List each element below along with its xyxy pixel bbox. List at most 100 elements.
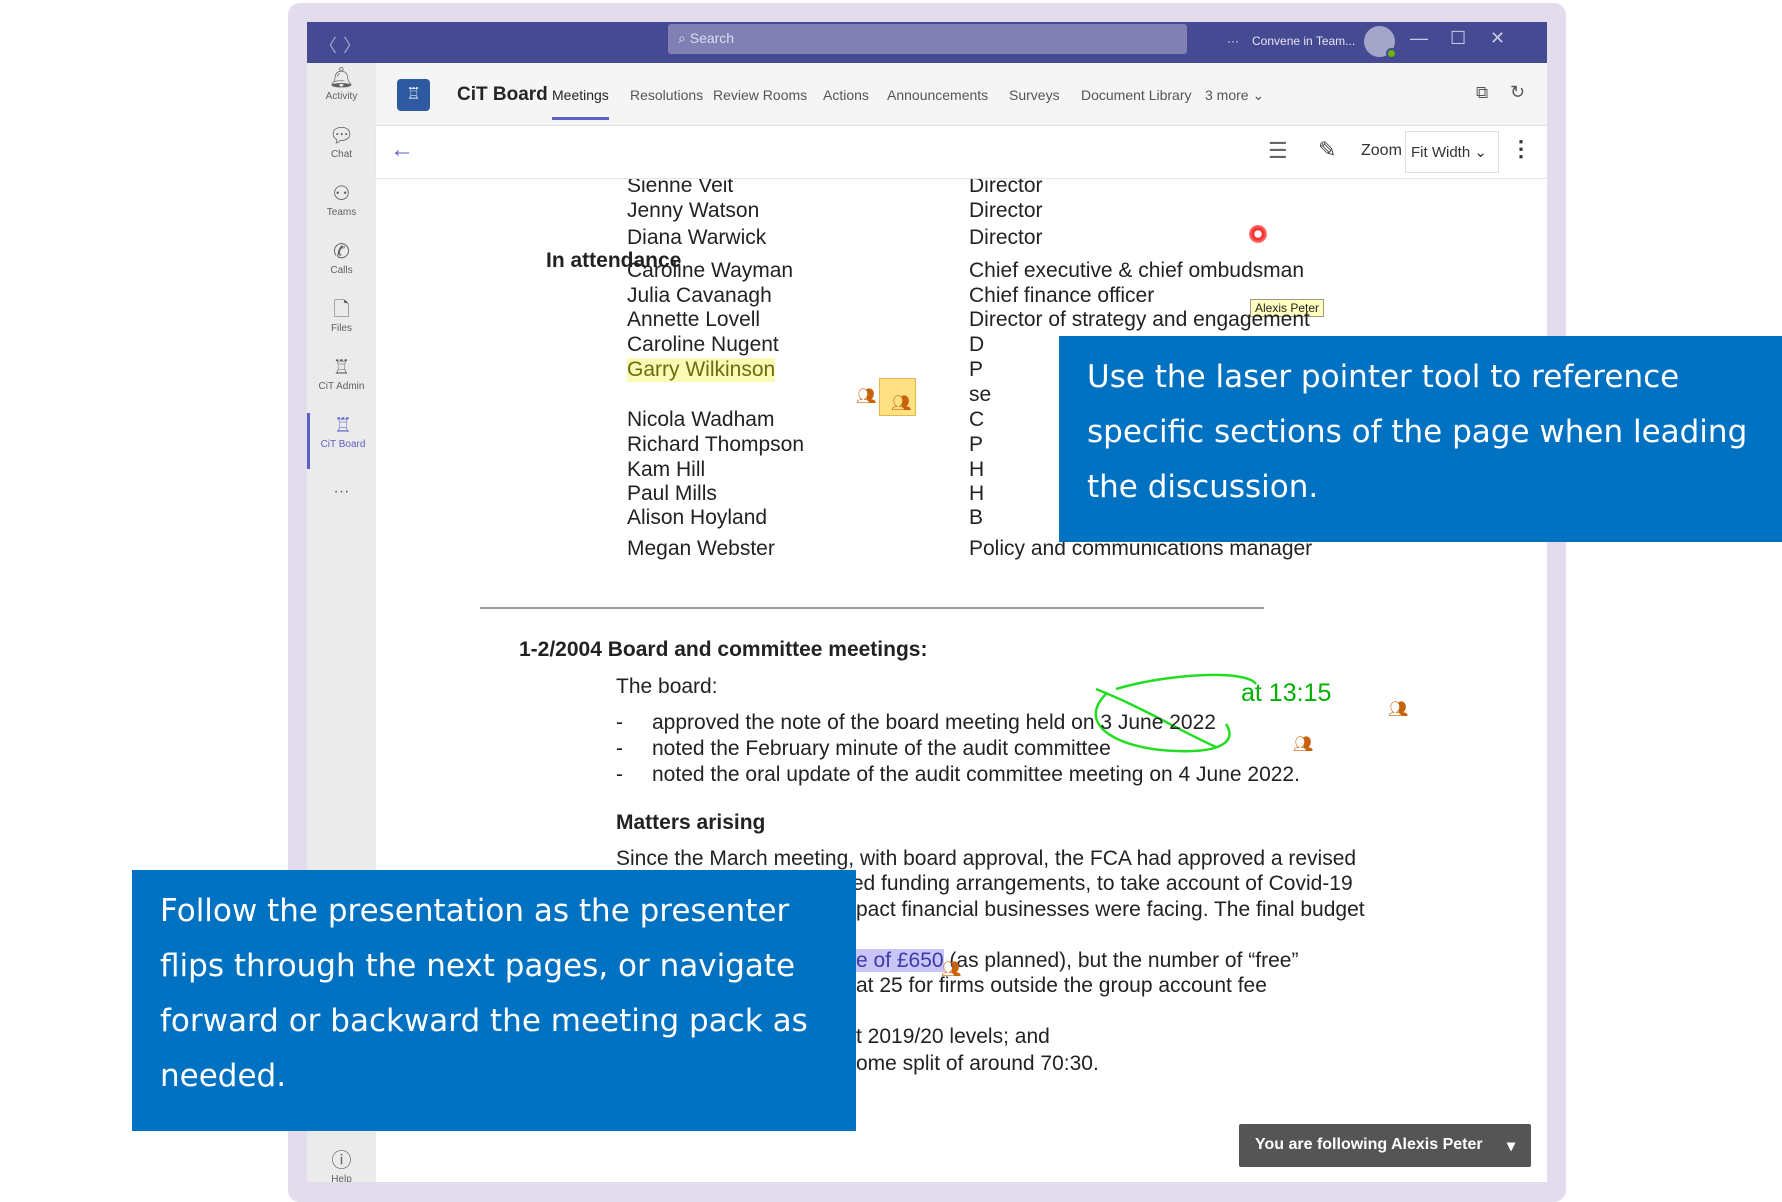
sidebar-item-calls[interactable]: ✆ Calls xyxy=(307,239,376,295)
text-fragment: (as planned), but the number of “free” xyxy=(943,949,1299,972)
file-icon: 🗋 xyxy=(333,299,350,321)
divider xyxy=(480,607,1264,609)
attendee-role: B xyxy=(969,506,984,529)
sidebar-item-cit-admin[interactable]: ♖ CiT Admin xyxy=(307,355,376,411)
search-input[interactable]: ⌕ Search xyxy=(668,24,1187,54)
attendee-name: Paul Mills xyxy=(627,482,717,505)
laser-pointer xyxy=(1249,225,1267,243)
presence-icon: 👥︎ xyxy=(891,395,912,412)
attendee-role: se xyxy=(969,383,992,406)
bullet-item: approved the note of the board meeting h… xyxy=(652,711,1216,734)
attendee-role: Chief finance officer xyxy=(969,284,1155,307)
section-heading: 1-2/2004 Board and committee meetings: xyxy=(519,638,928,661)
tab-resolutions[interactable]: Resolutions xyxy=(630,87,703,103)
forward-nav-icon[interactable]: 〉 xyxy=(343,32,361,58)
paragraph-line: pact financial businesses were facing. T… xyxy=(856,898,1365,921)
maximize-button[interactable]: ☐ xyxy=(1450,28,1466,49)
sidebar-item-help[interactable]: ⓘ Help xyxy=(307,1148,376,1182)
paragraph-line: Since the March meeting, with board appr… xyxy=(616,847,1357,870)
app-tab-bar: ♖ CiT Board Meetings Resolutions Review … xyxy=(376,63,1547,126)
minimize-button[interactable]: — xyxy=(1410,28,1428,49)
attendee-name: Garry Wilkinson xyxy=(627,358,776,382)
outline-icon[interactable]: ☰ xyxy=(1268,138,1288,164)
tab-surveys[interactable]: Surveys xyxy=(1009,87,1060,103)
popout-icon[interactable]: ⧉ xyxy=(1476,83,1488,103)
attendee-role: C xyxy=(969,408,985,431)
cit-board-icon: ♖ xyxy=(334,415,352,437)
sidebar-item-teams[interactable]: ⚇ Teams xyxy=(307,181,376,237)
cit-admin-icon: ♖ xyxy=(332,357,351,379)
bullet-dash: - xyxy=(616,763,623,786)
tab-document-library[interactable]: Document Library xyxy=(1081,87,1192,103)
attendee-name: Diana Warwick xyxy=(627,226,767,249)
attendee-role: Director xyxy=(969,179,1043,197)
teams-icon: ⚇ xyxy=(332,183,351,205)
back-nav-icon[interactable]: 〈 xyxy=(319,32,337,58)
cit-board-app-icon: ♖ xyxy=(397,79,430,111)
chevron-down-icon: ⌄ xyxy=(1474,144,1487,161)
following-banner[interactable]: You are following Alexis Peter ▾ xyxy=(1239,1124,1531,1167)
help-icon: ⓘ xyxy=(331,1150,352,1172)
board-intro: The board: xyxy=(616,675,718,698)
callout-text: Use the laser pointer tool to reference … xyxy=(1087,359,1748,505)
attendee-name: Caroline Wayman xyxy=(627,259,794,282)
attendee-role: Director xyxy=(969,226,1043,249)
close-button[interactable]: ✕ xyxy=(1490,28,1505,49)
callout-laser-pointer: Use the laser pointer tool to reference … xyxy=(1059,336,1782,542)
zoom-label: Zoom xyxy=(1361,142,1402,159)
refresh-icon[interactable]: ↻ xyxy=(1510,82,1525,103)
bullet-dash: - xyxy=(616,737,623,760)
attendee-role: P xyxy=(969,433,984,456)
attendee-name: Jenny Watson xyxy=(627,199,760,222)
paragraph-line: at 25 for firms outside the group accoun… xyxy=(856,974,1267,997)
attendee-name: Annette Lovell xyxy=(627,308,761,331)
caret-down-icon[interactable]: ▾ xyxy=(1507,1136,1515,1156)
title-bar: 〈 〉 ⌕ Search ··· Convene in Team... — ☐ … xyxy=(307,22,1547,63)
more-options-icon[interactable]: ··· xyxy=(1227,34,1239,48)
sidebar-item-chat[interactable]: 💬︎ Chat xyxy=(307,123,376,179)
attendee-role: Director of strategy and engagement xyxy=(969,308,1310,331)
sidebar-label: CiT Admin xyxy=(318,381,365,392)
attendee-role: Chief executive & chief ombudsman xyxy=(969,259,1305,282)
sidebar-item-activity[interactable]: 🔔︎ Activity xyxy=(307,65,376,121)
presence-icon: 👥︎ xyxy=(856,388,877,405)
search-placeholder: Search xyxy=(689,30,735,46)
tab-meetings[interactable]: Meetings xyxy=(552,87,609,120)
attendee-name: Kam Hill xyxy=(627,458,706,481)
sidebar-label: CiT Board xyxy=(320,439,366,450)
sidebar-label: Calls xyxy=(330,265,353,276)
bell-icon: 🔔︎ xyxy=(328,67,355,89)
back-arrow-icon[interactable]: ← xyxy=(390,136,414,164)
text-highlight: e of £650 xyxy=(856,949,944,972)
app-title: CiT Board xyxy=(457,84,548,105)
sidebar-item-cit-board[interactable]: ♖ CiT Board xyxy=(307,413,376,469)
zoom-select[interactable]: Fit Width ⌄ xyxy=(1405,131,1499,173)
sidebar-label: Help xyxy=(331,1174,352,1182)
tab-more[interactable]: 3 more ⌄ xyxy=(1205,87,1264,104)
paragraph-line: ome split of around 70:30. xyxy=(856,1052,1099,1075)
account-name[interactable]: Convene in Team... xyxy=(1252,34,1355,48)
phone-icon: ✆ xyxy=(333,241,350,263)
ink-text-annotation: at 13:15 xyxy=(1241,679,1332,707)
more-apps-button[interactable]: ··· xyxy=(307,483,376,539)
bullet-item: noted the February minute of the audit c… xyxy=(652,737,1111,760)
pen-icon[interactable]: ✎ xyxy=(1318,137,1336,163)
following-text: You are following Alexis Peter xyxy=(1255,1136,1483,1153)
tab-announcements[interactable]: Announcements xyxy=(887,87,988,103)
sidebar-label: Files xyxy=(330,323,353,334)
tab-review-rooms[interactable]: Review Rooms xyxy=(713,87,807,103)
presence-icon: 👥︎ xyxy=(1293,736,1314,753)
attendee-name: Sienne Veit xyxy=(627,179,734,197)
attendee-role: H xyxy=(969,482,985,505)
presence-icon: 👥︎ xyxy=(1388,701,1409,718)
attendee-name: Richard Thompson xyxy=(627,433,805,456)
attendee-role: P xyxy=(969,358,984,381)
avatar[interactable] xyxy=(1364,26,1397,59)
matters-heading: Matters arising xyxy=(616,811,766,834)
paragraph-line: t 2019/20 levels; and xyxy=(856,1025,1050,1048)
more-menu-icon[interactable]: ⋮ xyxy=(1510,136,1532,162)
sidebar-label: Teams xyxy=(326,207,357,218)
tab-actions[interactable]: Actions xyxy=(823,87,869,103)
sidebar-item-files[interactable]: 🗋 Files xyxy=(307,297,376,353)
attendee-name: Alison Hoyland xyxy=(627,506,768,529)
